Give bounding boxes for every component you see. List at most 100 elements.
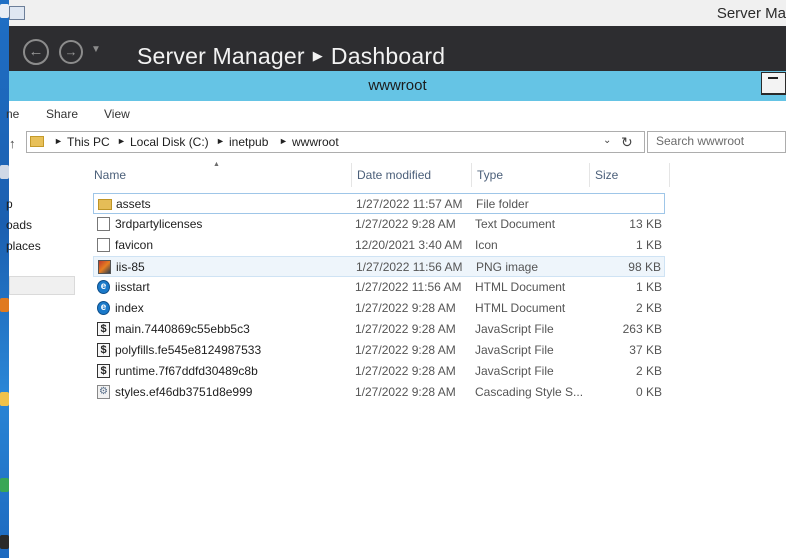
file-type: JavaScript File (475, 343, 554, 357)
file-type: JavaScript File (475, 322, 554, 336)
desktop-shortcut-icon[interactable] (0, 478, 9, 492)
explorer-window-title: wwwroot (368, 77, 427, 94)
search-input[interactable] (656, 134, 781, 148)
file-type: Cascading Style S... (475, 385, 584, 399)
folder-icon (30, 136, 44, 147)
search-box[interactable] (647, 131, 786, 153)
javascript-file-icon: $ (97, 364, 110, 378)
file-date-modified: 12/20/2021 3:40 AM (355, 238, 463, 252)
file-name: runtime.7f67ddfd30489c8b (115, 364, 258, 378)
file-row[interactable]: ⚙ styles.ef46db3751d8e999 1/27/2022 9:28 A… (93, 382, 665, 403)
file-type: JavaScript File (475, 364, 554, 378)
column-name-label: Name (94, 168, 127, 182)
file-type: HTML Document (475, 280, 566, 294)
file-date-modified: 1/27/2022 9:28 AM (355, 217, 456, 231)
file-size: 98 KB (628, 260, 661, 274)
desktop-shortcut-icon[interactable] (0, 4, 9, 18)
chevron-down-icon[interactable]: ⌄ (603, 135, 611, 146)
file-row[interactable]: favicon 12/20/2021 3:40 AM Icon 1 KB (93, 235, 665, 256)
file-name: favicon (115, 238, 154, 252)
file-name: iis-85 (116, 260, 145, 274)
file-size: 2 KB (635, 364, 662, 378)
css-file-icon: ⚙ (97, 385, 110, 399)
explorer-titlebar[interactable]: wwwroot (9, 71, 786, 101)
file-name: main.7440869c55ebb5c3 (115, 322, 250, 336)
folder-icon (98, 199, 112, 210)
file-type: PNG image (476, 260, 539, 274)
file-date-modified: 1/27/2022 9:28 AM (355, 343, 456, 357)
html-document-icon: e (97, 301, 110, 315)
nav-item-downloads[interactable]: oads (6, 218, 32, 232)
icon-file-icon (97, 238, 110, 252)
file-row[interactable]: e iisstart 1/27/2022 11:56 AM HTML Document… (93, 277, 665, 298)
file-type: File folder (476, 197, 529, 211)
server-manager-breadcrumb: Server Manager ▶ Dashboard (137, 43, 445, 70)
column-size[interactable]: Size (590, 163, 670, 187)
file-row[interactable]: $ runtime.7f67ddfd30489c8b 1/27/2022 9:28 … (93, 361, 665, 382)
back-arrow-icon[interactable]: ← (23, 39, 49, 65)
nav-item-selected[interactable] (9, 276, 75, 295)
file-size: 13 KB (629, 217, 662, 231)
chevron-right-icon[interactable]: ► (216, 136, 225, 146)
nav-item-desktop[interactable]: p (6, 197, 13, 211)
file-name: polyfills.fe545e8124987533 (115, 343, 262, 357)
nav-item-recent-places[interactable]: places (6, 239, 41, 253)
address-bar[interactable]: ► This PC ► Local Disk (C:) ► inetpub ► … (26, 131, 645, 153)
column-type[interactable]: Type (472, 163, 590, 187)
file-row[interactable]: e index 1/27/2022 9:28 AM HTML Document 2 KB (93, 298, 665, 319)
server-manager-titlebar: Server Ma (9, 0, 786, 27)
breadcrumb-wwwroot[interactable]: wwwroot (292, 135, 339, 149)
history-dropdown-icon[interactable]: ▼ (91, 44, 101, 55)
desktop-shortcut-icon[interactable] (0, 392, 9, 406)
javascript-file-icon: $ (97, 322, 110, 336)
file-size: 37 KB (629, 343, 662, 357)
png-image-icon (98, 260, 111, 274)
file-date-modified: 1/27/2022 11:57 AM (356, 197, 463, 211)
desktop-shortcut-icon[interactable] (0, 165, 9, 179)
file-size: 2 KB (635, 301, 662, 315)
up-arrow-icon[interactable]: ↑ (9, 136, 16, 151)
tab-home[interactable]: ne (6, 107, 19, 121)
file-type: HTML Document (475, 301, 566, 315)
file-type: Text Document (475, 217, 556, 231)
address-row: ↑ ► This PC ► Local Disk (C:) ► inetpub … (9, 127, 786, 160)
breadcrumb-server-manager[interactable]: Server Manager (137, 43, 305, 69)
file-size: 1 KB (635, 238, 662, 252)
forward-arrow-icon[interactable]: → (59, 40, 83, 64)
file-row[interactable]: $ main.7440869c55ebb5c3 1/27/2022 9:28 AM J… (93, 319, 665, 340)
chevron-right-icon[interactable]: ► (54, 136, 63, 146)
file-row[interactable]: iis-85 1/27/2022 11:56 AM PNG image 98 KB (93, 256, 665, 277)
refresh-icon[interactable]: ↻ (621, 134, 633, 151)
column-size-label: Size (595, 168, 619, 182)
chevron-right-icon[interactable]: ► (117, 136, 126, 146)
minimize-button[interactable] (761, 72, 786, 95)
javascript-file-icon: $ (97, 343, 110, 357)
file-date-modified: 1/27/2022 9:28 AM (355, 364, 456, 378)
breadcrumb-separator-icon: ▶ (312, 48, 323, 63)
desktop-shortcut-icon[interactable] (0, 535, 9, 549)
breadcrumb-dashboard[interactable]: Dashboard (331, 43, 445, 69)
breadcrumb-local-disk[interactable]: Local Disk (C:) (130, 135, 209, 149)
file-size: 0 KB (635, 385, 662, 399)
file-row[interactable]: 3rdpartylicenses 1/27/2022 9:28 AM Text Do… (93, 214, 665, 235)
chevron-right-icon[interactable]: ► (279, 136, 288, 146)
sort-ascending-icon: ▲ (213, 161, 220, 168)
file-name: iisstart (115, 280, 150, 294)
file-type: Icon (475, 238, 498, 252)
file-size: 1 KB (635, 280, 662, 294)
navigation-pane: p oads places (6, 160, 75, 558)
desktop-shortcut-icon[interactable] (0, 298, 9, 312)
breadcrumb-inetpub[interactable]: inetpub (229, 135, 268, 149)
file-row[interactable]: assets 1/27/2022 11:57 AM File folder (93, 193, 665, 214)
file-size: 263 KB (622, 322, 662, 336)
file-name: assets (116, 197, 151, 211)
minimize-icon (768, 77, 778, 79)
column-date-modified[interactable]: Date modified (352, 163, 472, 187)
column-name[interactable]: Name ▲ (79, 161, 352, 187)
server-manager-title: Server Ma (716, 5, 786, 22)
tab-view[interactable]: View (104, 107, 130, 121)
tab-share[interactable]: Share (46, 107, 78, 121)
file-row[interactable]: $ polyfills.fe545e8124987533 1/27/2022 9:2… (93, 340, 665, 361)
breadcrumb-this-pc[interactable]: This PC (67, 135, 110, 149)
file-date-modified: 1/27/2022 9:28 AM (355, 301, 456, 315)
